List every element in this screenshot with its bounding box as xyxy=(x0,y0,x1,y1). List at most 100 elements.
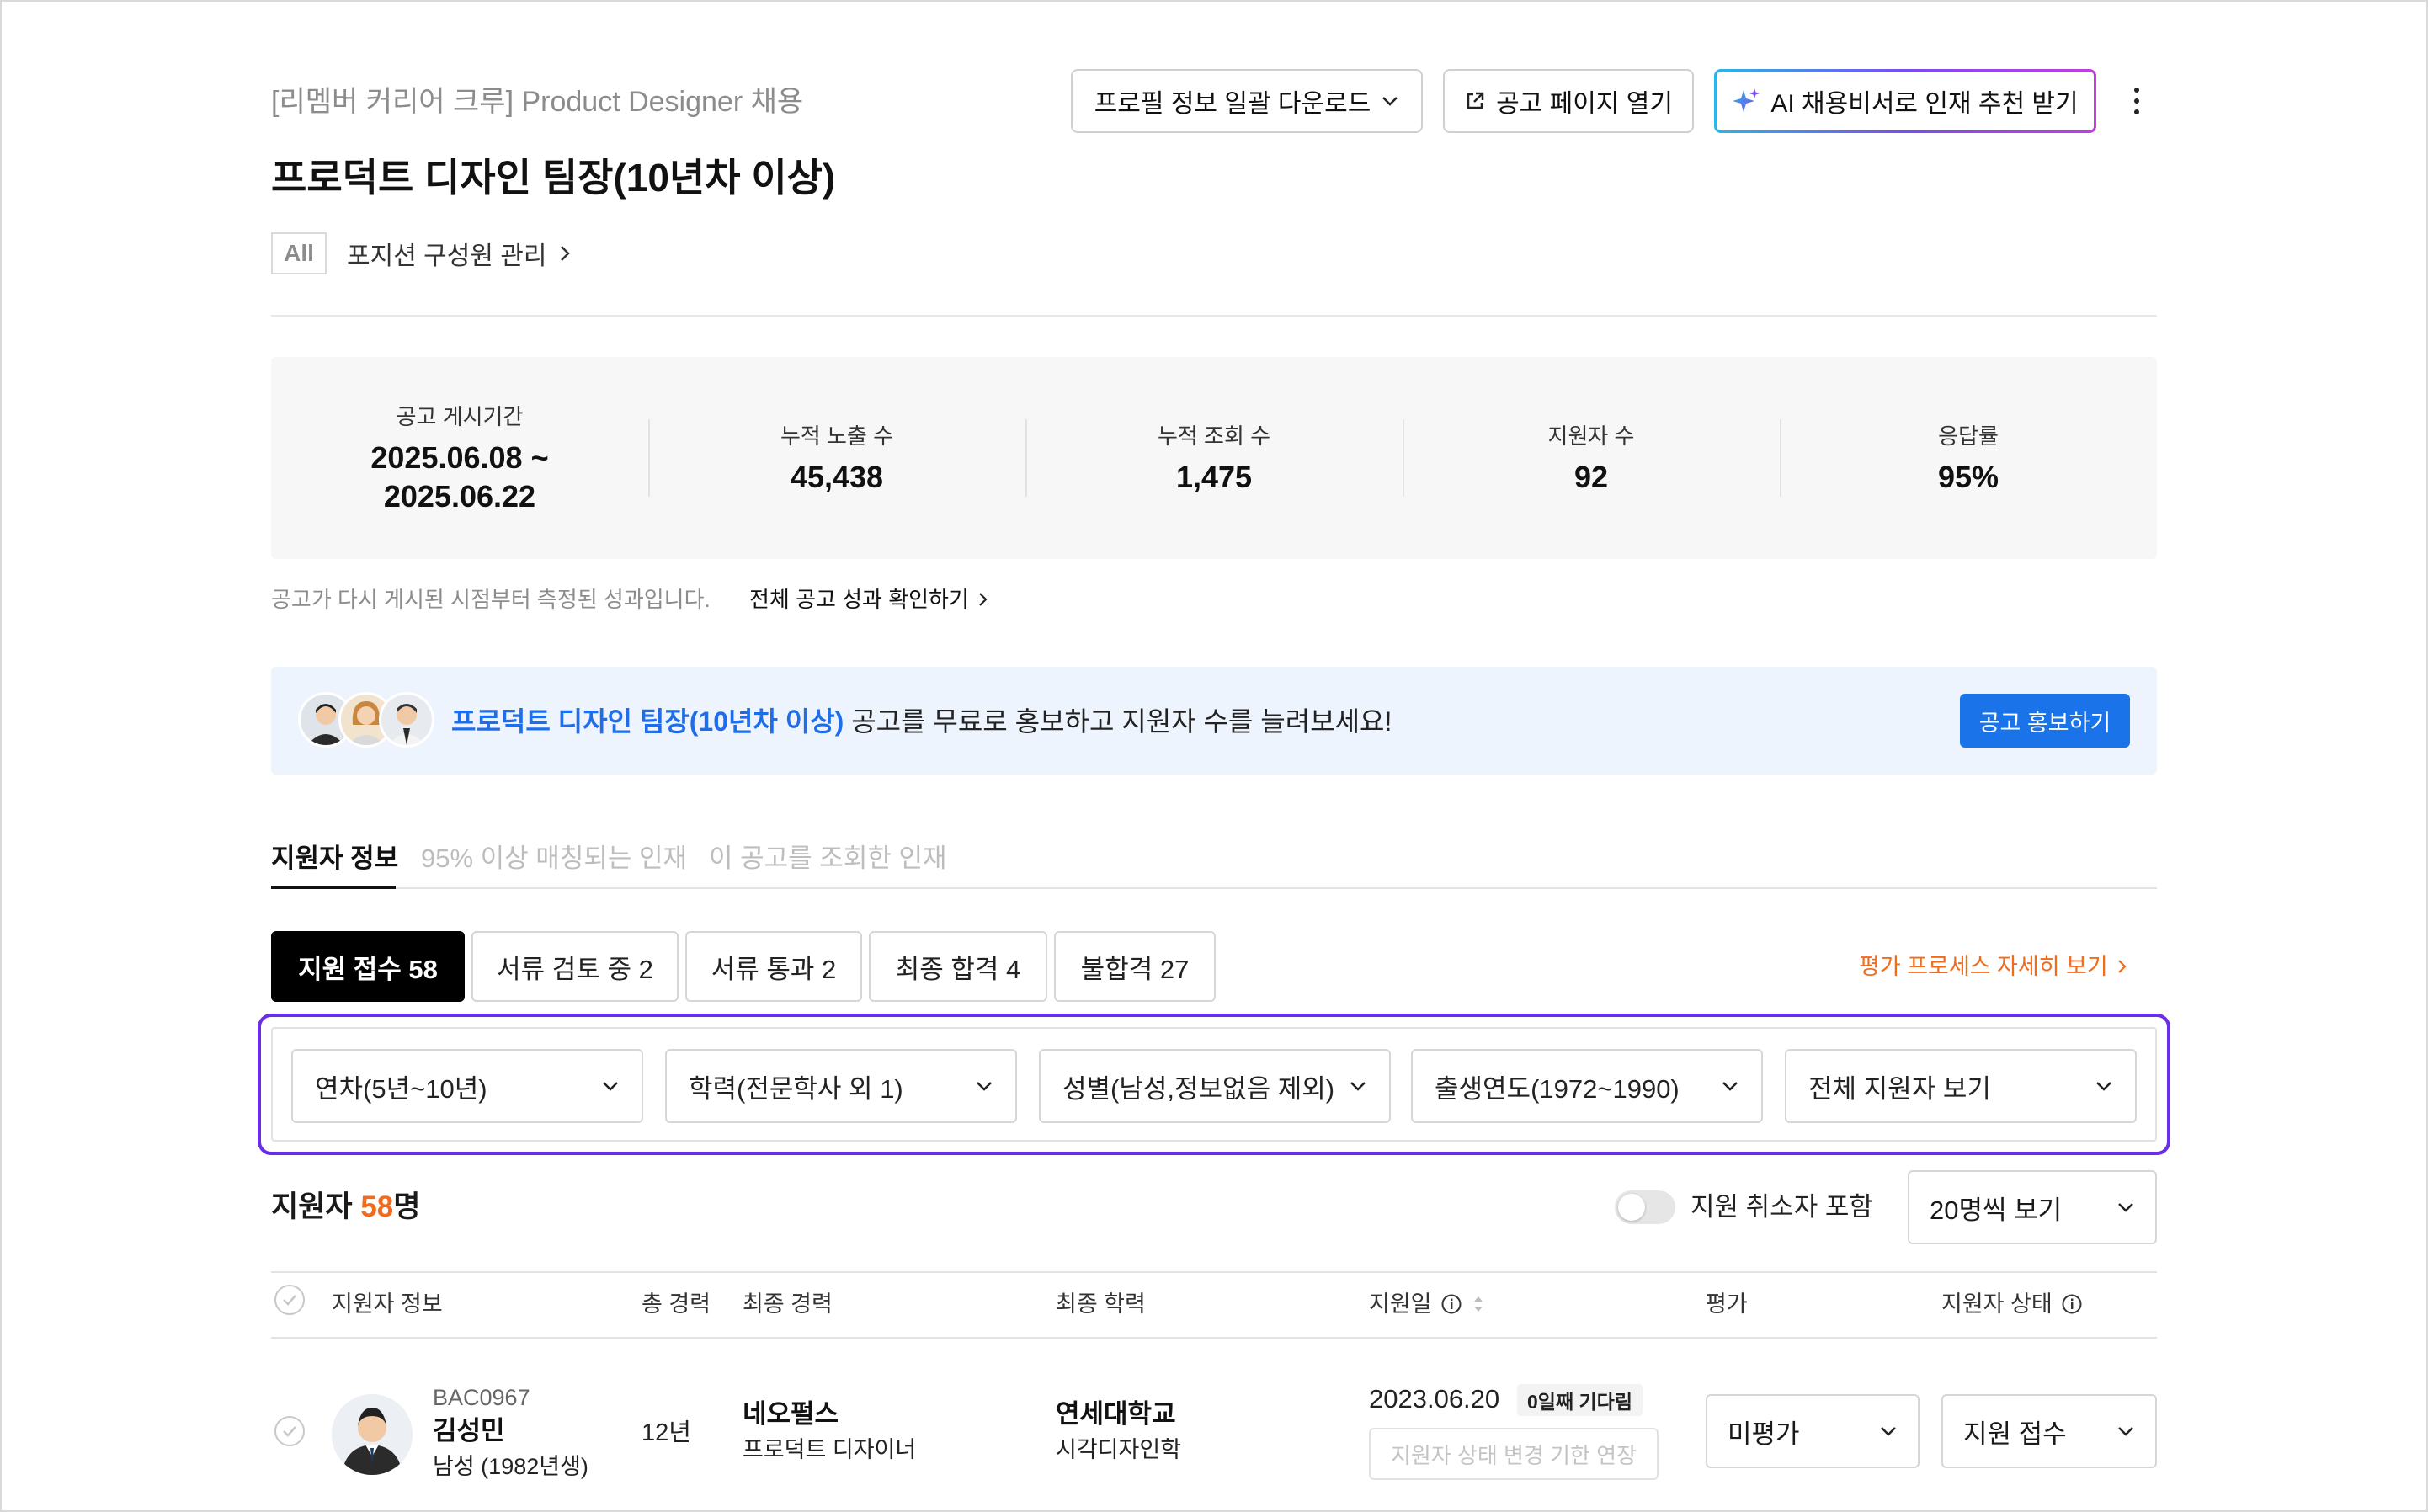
chevron-down-icon xyxy=(601,1080,620,1092)
table-header-bottom-line xyxy=(271,1337,2157,1339)
chevron-down-icon xyxy=(975,1080,993,1092)
ai-recommend-label: AI 채용비서로 인재 추천 받기 xyxy=(1770,90,2079,118)
th-evaluation: 평가 xyxy=(1706,1291,1748,1317)
status-pill-final[interactable]: 최종 합격 4 xyxy=(869,931,1047,1002)
applicant-count: 지원자 58명 xyxy=(271,1182,420,1232)
applied-date: 2023.06.20 xyxy=(1369,1384,1500,1414)
sort-icon[interactable] xyxy=(1471,1292,1486,1316)
chevron-right-icon xyxy=(2117,957,2128,976)
profile-download-button[interactable]: 프로필 정보 일괄 다운로드 xyxy=(1071,69,1423,133)
promote-button[interactable]: 공고 홍보하기 xyxy=(1960,694,2130,748)
tab-baseline xyxy=(271,887,2157,889)
stat-value: 45,438 xyxy=(790,460,884,494)
th-status: 지원자 상태 xyxy=(1941,1285,2083,1323)
applicant-photo[interactable] xyxy=(332,1394,413,1475)
filter-education-select[interactable]: 학력(전문학사 외 1) xyxy=(665,1049,1017,1123)
th-applied-date[interactable]: 지원일 xyxy=(1369,1285,1486,1323)
status-pill-reviewing[interactable]: 서류 검토 중 2 xyxy=(471,931,679,1002)
header-divider xyxy=(271,315,2157,317)
all-performance-link[interactable]: 전체 공고 성과 확인하기 xyxy=(749,581,989,618)
evaluation-value: 미평가 xyxy=(1728,1419,1800,1449)
info-icon[interactable] xyxy=(1440,1293,1462,1315)
per-page-label: 20명씩 보기 xyxy=(1930,1195,2063,1225)
promo-avatars xyxy=(298,692,434,749)
filter-career-label: 연차(5년~10년) xyxy=(315,1073,487,1104)
tab-active-indicator xyxy=(271,886,396,889)
applicant-name[interactable]: 김성민 xyxy=(433,1414,505,1448)
applicant-major: 시각디자인학 xyxy=(1056,1437,1182,1462)
info-icon[interactable] xyxy=(2061,1293,2083,1315)
profile-download-label: 프로필 정보 일괄 다운로드 xyxy=(1094,90,1371,118)
filter-applicants-label: 전체 지원자 보기 xyxy=(1808,1073,1991,1104)
filter-gender-label: 성별(남성,정보없음 제외) xyxy=(1062,1073,1335,1104)
tab-viewed-talent[interactable]: 이 공고를 조회한 인재 xyxy=(709,839,947,879)
chevron-down-icon xyxy=(2095,1080,2113,1092)
stat-label: 누적 조회 수 xyxy=(1157,423,1271,449)
applicant-gender-birth: 남성 (1982년생) xyxy=(433,1454,588,1479)
page-title: 프로덕트 디자인 팀장(10년차 이상) xyxy=(271,156,836,200)
external-link-icon xyxy=(1464,90,1486,112)
stat-label: 응답률 xyxy=(1938,423,1999,449)
eval-process-link[interactable]: 평가 프로세스 자세히 보기 xyxy=(1859,946,2128,987)
th-last-career: 최종 경력 xyxy=(743,1291,833,1317)
status-pill-rejected[interactable]: 불합격 27 xyxy=(1054,931,1216,1002)
status-value: 지원 접수 xyxy=(1963,1419,2067,1449)
stat-views: 누적 조회 수 1,475 xyxy=(1025,357,1403,559)
stat-value: 95% xyxy=(1937,460,1999,494)
position-members-label: 포지션 구성원 관리 xyxy=(347,242,547,270)
tab-applicant-info[interactable]: 지원자 정보 xyxy=(271,839,398,879)
open-posting-label: 공고 페이지 열기 xyxy=(1496,90,1673,118)
count-number: 58 xyxy=(360,1190,394,1223)
eval-process-label: 평가 프로세스 자세히 보기 xyxy=(1859,954,2108,979)
applicant-company: 네오펄스 xyxy=(743,1399,839,1429)
filter-applicants-select[interactable]: 전체 지원자 보기 xyxy=(1785,1049,2137,1123)
select-all-checkbox[interactable] xyxy=(274,1285,305,1315)
more-menu-icon[interactable] xyxy=(2122,76,2152,126)
filter-gender-select[interactable]: 성별(남성,정보없음 제외) xyxy=(1039,1049,1391,1123)
position-members-link[interactable]: 포지션 구성원 관리 xyxy=(347,232,572,274)
filter-birthyear-select[interactable]: 출생연도(1972~1990) xyxy=(1411,1049,1763,1123)
avatar xyxy=(379,692,434,748)
stats-note: 공고가 다시 게시된 시점부터 측정된 성과입니다. xyxy=(271,587,711,612)
stats-panel: 공고 게시기간 2025.06.08 ~ 2025.06.22 누적 노출 수 … xyxy=(271,357,2157,559)
evaluation-select[interactable]: 미평가 xyxy=(1706,1394,1920,1468)
include-cancelled-toggle[interactable] xyxy=(1615,1190,1675,1224)
th-applicant: 지원자 정보 xyxy=(332,1291,443,1317)
open-posting-button[interactable]: 공고 페이지 열기 xyxy=(1443,69,1694,133)
stat-value: 1,475 xyxy=(1175,460,1253,494)
status-select[interactable]: 지원 접수 xyxy=(1941,1394,2157,1468)
th-total-career: 총 경력 xyxy=(642,1291,711,1317)
promo-highlight[interactable]: 프로덕트 디자인 팀장(10년차 이상) xyxy=(451,706,844,737)
count-suffix: 명 xyxy=(393,1190,421,1223)
promo-message: 프로덕트 디자인 팀장(10년차 이상) 공고를 무료로 홍보하고 지원자 수를… xyxy=(451,700,1392,743)
filter-education-label: 학력(전문학사 외 1) xyxy=(689,1073,903,1104)
tab-matching-talent[interactable]: 95% 이상 매칭되는 인재 xyxy=(421,839,687,879)
extend-deadline-button[interactable]: 지원자 상태 변경 기한 연장 xyxy=(1369,1428,1659,1480)
filter-birthyear-label: 출생연도(1972~1990) xyxy=(1435,1073,1680,1104)
applicant-total-career: 12년 xyxy=(642,1419,691,1446)
th-status-label: 지원자 상태 xyxy=(1941,1291,2053,1317)
status-pill-received[interactable]: 지원 접수 58 xyxy=(271,931,465,1002)
chevron-down-icon xyxy=(1381,95,1399,107)
stat-period: 공고 게시기간 2025.06.08 ~ 2025.06.22 xyxy=(271,357,648,559)
check-icon xyxy=(274,1285,305,1315)
chevron-down-icon xyxy=(1349,1080,1367,1092)
chevron-down-icon xyxy=(2117,1425,2135,1437)
row-checkbox[interactable] xyxy=(274,1416,305,1446)
th-last-edu: 최종 학력 xyxy=(1056,1291,1146,1317)
per-page-select[interactable]: 20명씩 보기 xyxy=(1908,1170,2157,1244)
stat-label: 공고 게시기간 xyxy=(396,404,524,429)
sparkle-icon xyxy=(1732,87,1760,115)
ai-recommend-button[interactable]: AI 채용비서로 인재 추천 받기 xyxy=(1714,69,2096,133)
check-icon xyxy=(274,1416,305,1446)
include-cancelled-label: 지원 취소자 포함 xyxy=(1691,1192,1873,1222)
filter-career-select[interactable]: 연차(5년~10년) xyxy=(291,1049,643,1123)
stat-label: 지원자 수 xyxy=(1547,423,1635,449)
stat-applicants: 지원자 수 92 xyxy=(1403,357,1780,559)
stat-response-rate: 응답률 95% xyxy=(1780,357,2157,559)
all-badge: All xyxy=(271,232,327,274)
stat-value: 92 xyxy=(1573,460,1609,494)
status-pill-passed[interactable]: 서류 통과 2 xyxy=(685,931,862,1002)
job-subtitle: [리멤버 커리어 크루] Product Designer 채용 xyxy=(271,86,804,118)
chevron-down-icon xyxy=(1721,1080,1739,1092)
